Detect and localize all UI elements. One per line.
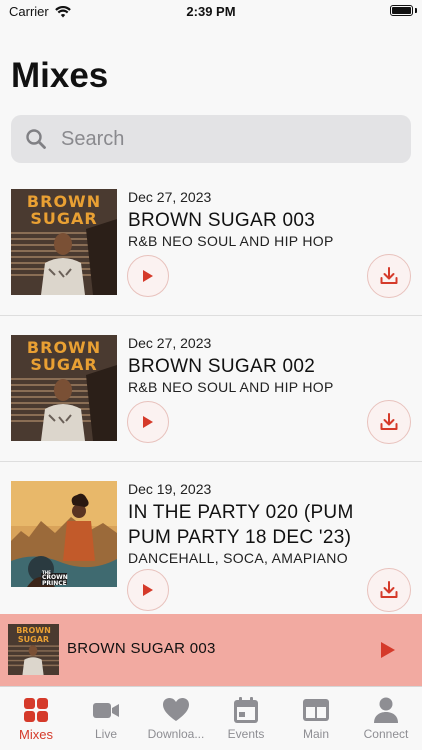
grid-icon <box>24 698 48 722</box>
tab-label: Events <box>227 727 265 741</box>
status-bar: Carrier 2:39 PM <box>0 0 422 24</box>
tab-label: Downloa... <box>147 727 205 741</box>
tab-label: Live <box>94 727 117 741</box>
artwork-text: PRINCE <box>42 580 67 587</box>
tab-label: Main <box>302 727 329 741</box>
play-icon <box>143 416 153 428</box>
mini-player[interactable]: BROWN SUGAR BROWN SUGAR 003 <box>0 614 422 686</box>
tab-bar: Mixes Live Downloa... Events Main Connec… <box>0 686 422 750</box>
mix-title: IN THE PARTY 020 (PUM PUM PARTY 18 DEC '… <box>128 502 354 548</box>
artwork-text: BROWN <box>16 626 51 635</box>
download-icon <box>380 267 398 284</box>
download-icon <box>380 581 398 598</box>
play-icon <box>143 270 153 282</box>
mix-artwork: BROWN SUGAR <box>11 189 117 295</box>
artwork-text: SUGAR <box>30 355 98 374</box>
now-playing-title: BROWN SUGAR 003 <box>67 640 216 657</box>
tab-main[interactable]: Main <box>281 687 351 750</box>
tab-downloads[interactable]: Downloa... <box>141 687 211 750</box>
mix-title: BROWN SUGAR 003 <box>128 210 316 231</box>
list-item[interactable]: THE CROWN PRINCE Dec 19, 2023 IN THE PAR… <box>0 462 422 622</box>
tab-label: Connect <box>363 727 409 741</box>
download-button[interactable] <box>367 400 411 444</box>
person-icon <box>374 697 398 723</box>
tab-events[interactable]: Events <box>211 687 281 750</box>
mix-genre: DANCEHALL, SOCA, AMAPIANO <box>128 550 348 566</box>
list-item[interactable]: BROWN SUGAR Dec 27, 2023 BROWN SUGAR 002… <box>0 316 422 462</box>
tab-label: Mixes <box>19 727 53 742</box>
download-icon <box>380 413 398 430</box>
mix-date: Dec 27, 2023 <box>128 335 212 351</box>
mini-player-artwork: BROWN SUGAR <box>8 624 59 675</box>
play-icon <box>143 584 153 596</box>
video-camera-icon <box>93 703 119 718</box>
heart-icon <box>163 698 189 721</box>
battery-icon <box>390 5 413 16</box>
play-icon[interactable] <box>376 639 398 661</box>
mix-genre: R&B NEO SOUL AND HIP HOP <box>128 233 334 249</box>
download-button[interactable] <box>367 254 411 298</box>
search-bar[interactable] <box>11 115 411 163</box>
clock: 2:39 PM <box>186 4 236 19</box>
mix-artwork: BROWN SUGAR <box>11 335 117 441</box>
mix-title: BROWN SUGAR 002 <box>128 356 316 377</box>
download-button[interactable] <box>367 568 411 612</box>
mix-genre: R&B NEO SOUL AND HIP HOP <box>128 379 334 395</box>
page-title: Mixes <box>11 56 109 95</box>
calendar-icon <box>234 697 258 723</box>
window-icon <box>303 699 329 721</box>
artwork-text: SUGAR <box>30 209 98 228</box>
tab-mixes[interactable]: Mixes <box>1 687 71 750</box>
list-item[interactable]: BROWN SUGAR Dec 27, 2023 BROWN SUGAR 003… <box>0 170 422 316</box>
search-icon <box>26 129 46 149</box>
mix-date: Dec 27, 2023 <box>128 189 212 205</box>
mix-artwork: THE CROWN PRINCE <box>11 481 117 587</box>
play-button[interactable] <box>127 255 169 297</box>
search-input[interactable] <box>61 127 381 151</box>
play-button[interactable] <box>127 401 169 443</box>
play-button[interactable] <box>127 569 169 611</box>
tab-connect[interactable]: Connect <box>351 687 421 750</box>
mix-date: Dec 19, 2023 <box>128 481 212 497</box>
artwork-text: SUGAR <box>17 635 50 644</box>
mix-list: BROWN SUGAR Dec 27, 2023 BROWN SUGAR 003… <box>0 170 422 622</box>
battery-tip <box>415 8 417 13</box>
tab-live[interactable]: Live <box>71 687 141 750</box>
